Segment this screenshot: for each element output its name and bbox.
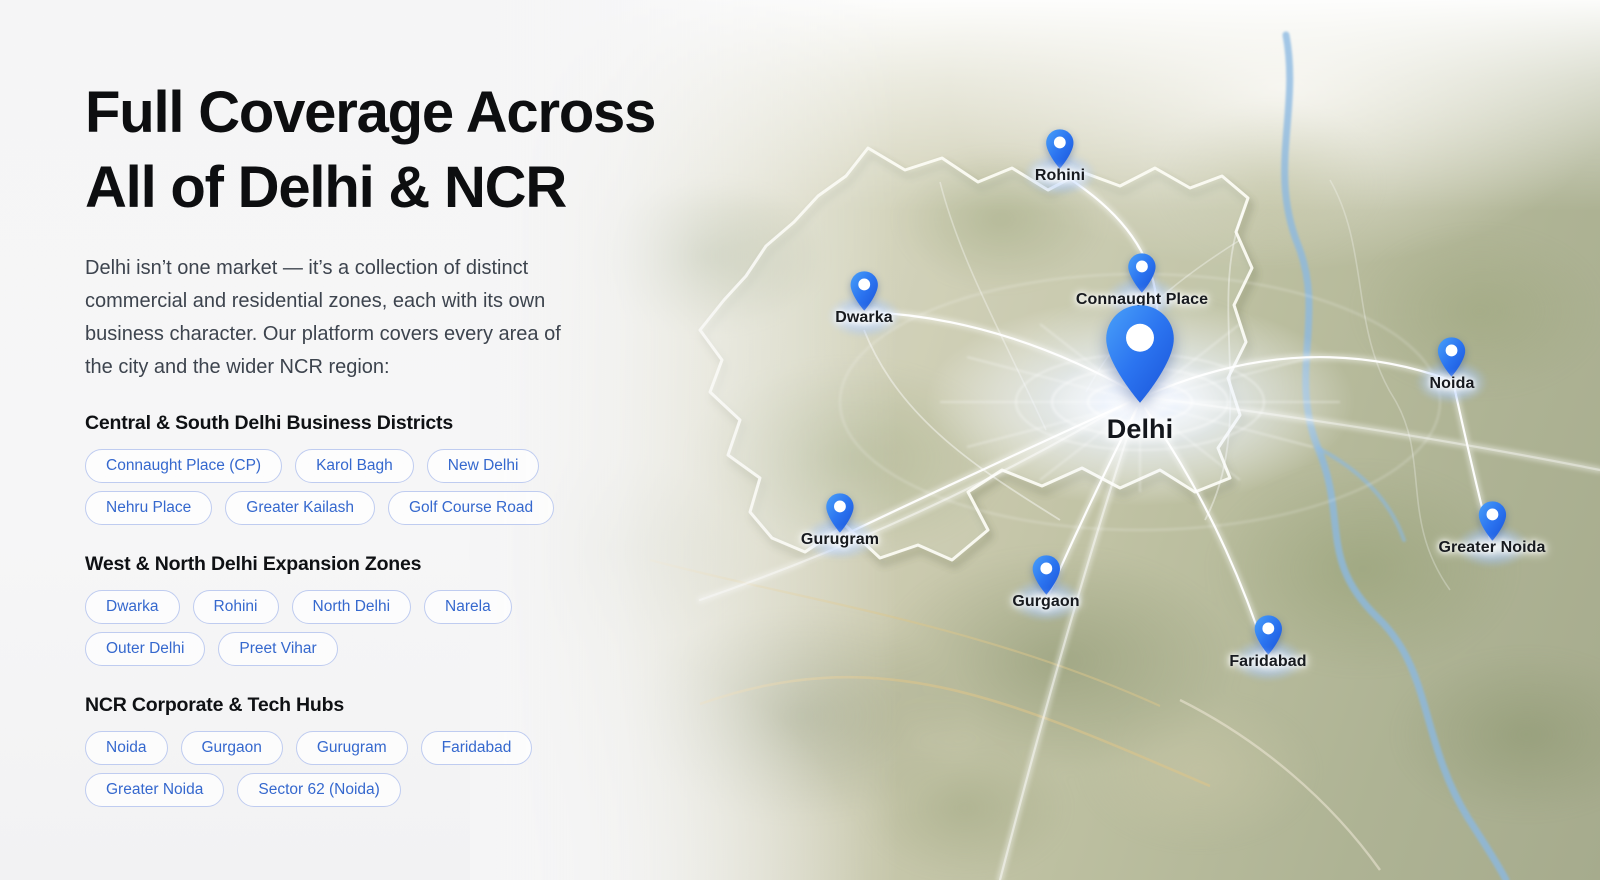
area-chip[interactable]: Connaught Place (CP)	[85, 449, 283, 484]
page-title: Full Coverage Across All of Delhi & NCR	[85, 76, 665, 226]
area-chip[interactable]: North Delhi	[291, 590, 412, 625]
coverage-section: Full Coverage Across All of Delhi & NCR …	[85, 76, 665, 808]
area-chip[interactable]: Rohini	[192, 590, 279, 625]
section-central-south-delhi: Central & South Delhi Business Districts…	[85, 412, 665, 526]
section-heading: Central & South Delhi Business Districts	[85, 412, 453, 435]
page-title-line2: All of Delhi & NCR	[85, 154, 567, 220]
area-chip[interactable]: Faridabad	[420, 731, 533, 766]
area-chip[interactable]: Narela	[424, 590, 512, 625]
section-ncr-hubs: NCR Corporate & Tech Hubs Noida Gurgaon …	[85, 694, 665, 808]
section-heading: West & North Delhi Expansion Zones	[85, 553, 422, 576]
intro-paragraph: Delhi isn’t one market — it’s a collecti…	[85, 256, 561, 379]
area-chip[interactable]: Gurugram	[295, 731, 408, 766]
area-chip[interactable]: Sector 62 (Noida)	[237, 773, 401, 808]
section-west-north-delhi: West & North Delhi Expansion Zones Dwark…	[85, 553, 665, 667]
area-chip[interactable]: Greater Kailash	[225, 491, 375, 526]
area-chip[interactable]: Gurgaon	[180, 731, 283, 766]
chip-group: Noida Gurgaon Gurugram Faridabad Greater…	[85, 731, 645, 808]
area-chip[interactable]: Dwarka	[85, 590, 180, 625]
page-title-line1: Full Coverage Across	[85, 80, 656, 145]
chip-group: Connaught Place (CP) Karol Bagh New Delh…	[85, 449, 645, 526]
area-chip[interactable]: Golf Course Road	[388, 491, 555, 526]
area-chip[interactable]: Preet Vihar	[218, 632, 338, 667]
area-chip[interactable]: Greater Noida	[85, 773, 225, 808]
section-heading: NCR Corporate & Tech Hubs	[85, 694, 344, 717]
area-chip[interactable]: Karol Bagh	[295, 449, 414, 484]
area-chip[interactable]: Noida	[85, 731, 168, 766]
area-chip[interactable]: New Delhi	[426, 449, 540, 484]
area-chip[interactable]: Nehru Place	[85, 491, 213, 526]
area-chip[interactable]: Outer Delhi	[85, 632, 206, 667]
chip-group: Dwarka Rohini North Delhi Narela Outer D…	[85, 590, 645, 667]
